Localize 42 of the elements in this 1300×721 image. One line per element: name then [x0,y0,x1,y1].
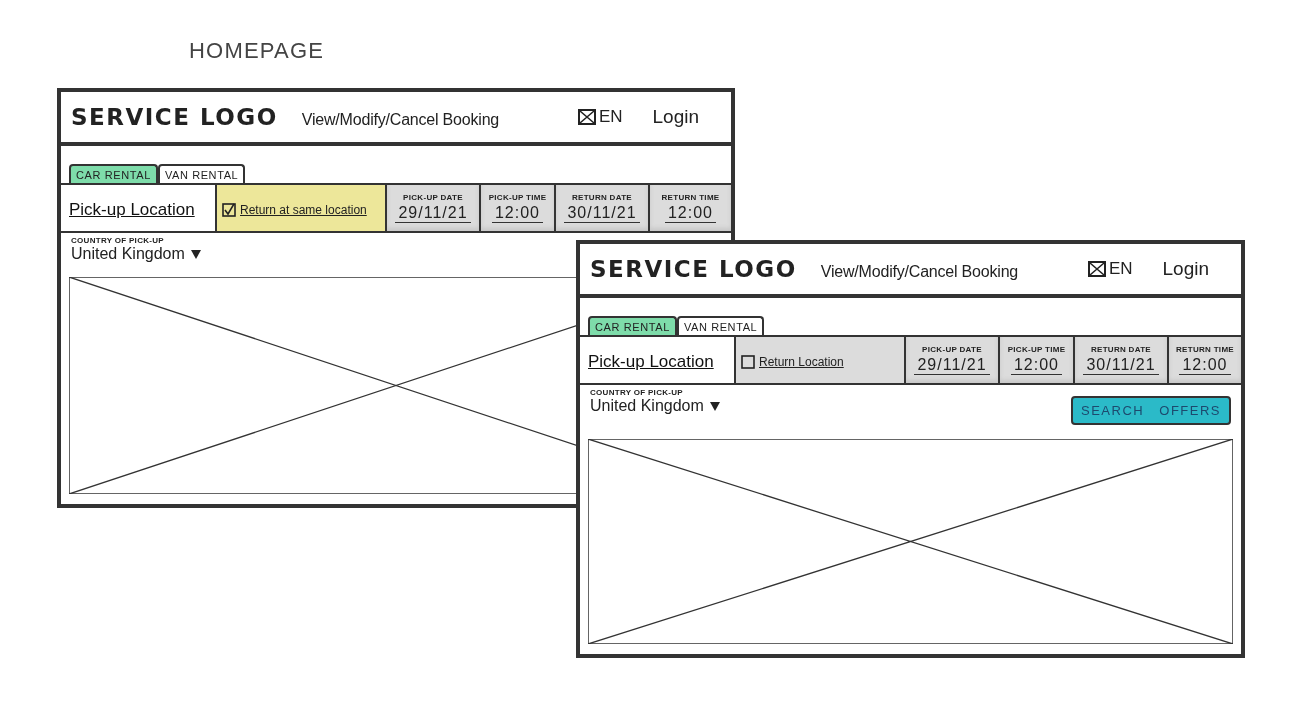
country-dropdown[interactable]: United Kingdom [71,245,201,263]
checkbox-icon[interactable] [222,203,236,217]
login-link[interactable]: Login [1162,258,1209,280]
logo-text: SERVICE LOGO [71,104,278,130]
date-field[interactable]: 30/11/21 [1083,356,1159,375]
field-caption: COUNTRY OF PICK-UP [71,236,164,245]
crossed-box-icon [1087,261,1106,277]
tab[interactable]: CAR RENTAL [69,164,158,183]
login-link[interactable]: Login [652,106,699,128]
field-caption: RETURN DATE [1090,345,1151,354]
search-offers-button[interactable]: SEARCH OFFERS [1071,396,1231,425]
field-caption: PICK-UP TIME [1007,345,1066,354]
return-location-checkbox[interactable]: Return at same location [217,185,387,231]
country-dropdown[interactable]: United Kingdom [590,397,720,415]
time-field[interactable]: 12:00 [491,204,543,223]
time-field[interactable]: 12:00 [664,204,716,223]
caret-icon [709,401,720,411]
language-selector[interactable]: EN [1087,259,1133,279]
field-caption: RETURN DATE [571,193,632,202]
checkbox-icon[interactable] [741,355,755,369]
field-caption: PICK-UP TIME [488,193,547,202]
page-title: HOMEPAGE [189,38,325,64]
field-caption: RETURN TIME [1176,345,1234,354]
field-caption: COUNTRY OF PICK-UP [590,388,683,397]
caret-icon [190,249,201,259]
date-field[interactable]: 29/11/21 [395,204,471,223]
language-selector[interactable]: EN [577,107,623,127]
booking-link[interactable]: View/Modify/Cancel Booking [820,263,1019,281]
booking-link[interactable]: View/Modify/Cancel Booking [301,111,500,129]
date-field[interactable]: 30/11/21 [564,204,640,223]
time-field[interactable]: 12:00 [1179,356,1231,375]
tab[interactable]: CAR RENTAL [588,316,677,335]
tab[interactable]: VAN RENTAL [676,316,765,335]
crossed-box-icon [577,109,596,125]
logo-text: SERVICE LOGO [590,256,797,282]
field-caption: PICK-UP DATE [922,345,982,354]
return-location-checkbox[interactable]: Return Location [736,337,906,383]
field-caption: RETURN TIME [661,193,720,202]
tab[interactable]: VAN RENTAL [157,164,246,183]
time-field[interactable]: 12:00 [1010,356,1062,375]
date-field[interactable]: 29/11/21 [914,356,990,375]
field-caption: PICK-UP DATE [403,193,463,202]
